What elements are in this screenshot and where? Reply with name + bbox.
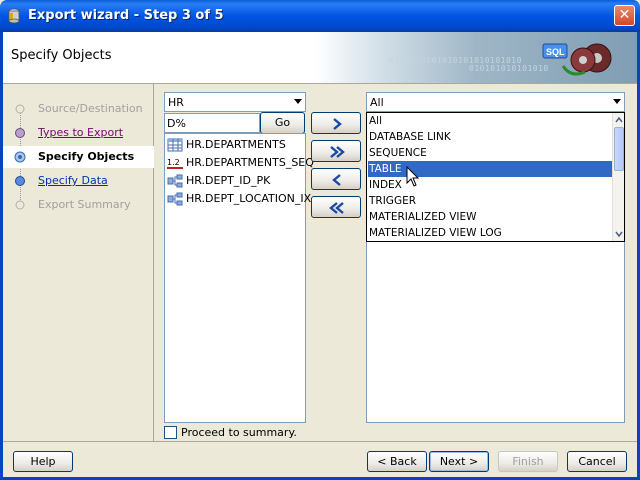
scrollbar-thumb[interactable]	[614, 127, 624, 171]
step-link-icon	[15, 176, 25, 186]
move-all-right-button[interactable]	[311, 140, 361, 162]
back-label: < Back	[377, 455, 417, 468]
proceed-to-summary-checkbox[interactable]	[164, 426, 177, 439]
cancel-label: Cancel	[578, 455, 616, 468]
proceed-to-summary-label[interactable]: Proceed to summary.	[181, 426, 297, 439]
step-source-destination: Source/Destination	[14, 98, 154, 120]
object-name: HR.DEPT_ID_PK	[186, 174, 271, 187]
index-icon	[167, 192, 183, 206]
dropdown-option[interactable]: MATERIALIZED VIEW LOG	[368, 225, 612, 241]
step-label: Export Summary	[38, 198, 131, 211]
step-types-to-export[interactable]: Types to Export	[14, 122, 154, 144]
step-disabled-icon	[15, 104, 25, 114]
step-disabled-icon	[15, 200, 25, 210]
move-left-button[interactable]	[311, 168, 361, 190]
next-button[interactable]: Next >	[429, 451, 489, 472]
index-icon	[167, 174, 183, 188]
footer-separator	[3, 441, 637, 442]
close-button[interactable]: ✕	[614, 5, 635, 26]
available-objects-list[interactable]: HR.DEPARTMENTS 1.2 HR.DEPARTMENTS_SEQ HR…	[164, 133, 314, 423]
finish-button: Finish	[498, 451, 558, 472]
back-button[interactable]: < Back	[367, 451, 427, 472]
window-title: Export wizard - Step 3 of 5	[28, 8, 224, 23]
dropdown-option[interactable]: SEQUENCE	[368, 145, 612, 161]
name-filter-field[interactable]	[165, 114, 259, 132]
cancel-button[interactable]: Cancel	[567, 451, 627, 472]
dropdown-option[interactable]: DATABASE LINK	[368, 129, 612, 145]
move-right-button[interactable]	[311, 112, 361, 134]
svg-text:1.2: 1.2	[167, 158, 180, 167]
chevron-down-icon[interactable]	[613, 99, 621, 104]
table-icon	[167, 138, 183, 152]
schema-value: HR	[168, 96, 184, 109]
object-name: HR.DEPARTMENTS_SEQ	[186, 156, 314, 169]
move-all-left-button[interactable]	[311, 196, 361, 218]
sequence-icon: 1.2	[167, 158, 183, 169]
step-specify-objects: Specify Objects	[3, 146, 154, 168]
name-filter-input[interactable]	[164, 113, 260, 133]
move-right-icon	[333, 118, 342, 130]
dropdown-option[interactable]: All	[368, 113, 612, 129]
title-bar[interactable]: Export wizard - Step 3 of 5 ✕	[0, 0, 640, 32]
page-title: Specify Objects	[11, 48, 112, 63]
dropdown-option-highlighted[interactable]: TABLE	[368, 161, 612, 177]
next-label: Next >	[439, 455, 479, 468]
step-label: Specify Objects	[38, 150, 135, 163]
sql-label: SQL	[546, 47, 565, 57]
step-current-icon	[14, 151, 26, 163]
object-type-dropdown[interactable]: All DATABASE LINK SEQUENCE TABLE INDEX T…	[366, 112, 625, 242]
step-visited-icon	[15, 128, 25, 138]
app-icon	[8, 8, 20, 24]
object-type-value: All	[370, 96, 384, 109]
move-all-right-icon	[330, 146, 345, 158]
step-label[interactable]: Types to Export	[38, 126, 123, 139]
step-label: Source/Destination	[38, 102, 143, 115]
banner-binary-text-2: 010101010101010	[469, 64, 549, 73]
go-button[interactable]: Go	[260, 112, 305, 134]
scroll-up-icon[interactable]	[614, 114, 624, 126]
step-specify-data[interactable]: Specify Data	[14, 170, 154, 192]
sql-database-icon: SQL	[542, 43, 612, 76]
move-all-left-icon	[329, 202, 344, 214]
dropdown-option[interactable]: TRIGGER	[368, 193, 612, 209]
help-label: Help	[30, 455, 56, 468]
wizard-header: Specify Objects 010101010101010101010101…	[3, 32, 637, 84]
finish-label: Finish	[512, 455, 544, 468]
help-button[interactable]: Help	[13, 451, 73, 472]
step-label[interactable]: Specify Data	[38, 174, 108, 187]
move-left-icon	[332, 174, 341, 186]
step-export-summary: Export Summary	[14, 194, 154, 216]
scroll-down-icon[interactable]	[614, 228, 624, 240]
object-name: HR.DEPT_LOCATION_IX	[186, 192, 312, 205]
dropdown-option[interactable]: INDEX	[368, 177, 612, 193]
go-label: Go	[274, 116, 291, 129]
chevron-down-icon[interactable]	[294, 99, 302, 104]
close-icon: ✕	[618, 7, 631, 23]
schema-select[interactable]: HR	[164, 92, 306, 112]
mouse-cursor-icon	[406, 166, 420, 187]
object-name: HR.DEPARTMENTS	[186, 138, 286, 151]
dropdown-option[interactable]: MATERIALIZED VIEW	[368, 209, 612, 225]
dropdown-scrollbar[interactable]	[612, 113, 624, 241]
object-type-select[interactable]: All	[366, 92, 625, 112]
